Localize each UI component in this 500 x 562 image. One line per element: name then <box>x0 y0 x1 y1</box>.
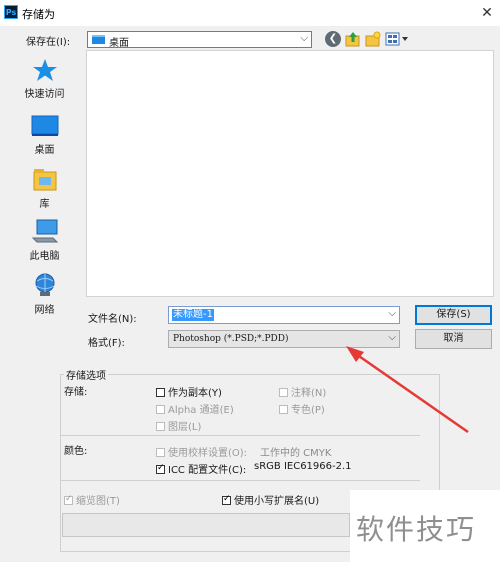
format-dropdown[interactable]: Photoshop (*.PSD;*.PDD) ⌵ <box>168 330 400 348</box>
file-name-input[interactable]: 未标题-1 ⌵ <box>168 306 400 324</box>
new-folder-icon[interactable] <box>365 31 381 47</box>
layers-checkbox: 图层(L) <box>156 418 201 433</box>
dialog-title: 存储为 <box>22 8 55 21</box>
as-copy-checkbox[interactable]: 作为副本(Y) <box>156 384 222 399</box>
checkbox-label: 图层(L) <box>168 422 202 433</box>
format-label: 格式(F): <box>88 338 125 349</box>
desktop-folder-icon <box>92 35 105 44</box>
view-menu-icon[interactable] <box>385 31 409 47</box>
chevron-down-icon[interactable]: ⌵ <box>300 33 308 44</box>
back-icon[interactable]: ❮ <box>325 31 341 47</box>
checkbox-label: 使用小写扩展名(U) <box>234 496 320 507</box>
up-folder-icon[interactable] <box>345 31 361 47</box>
desktop-icon <box>31 115 58 136</box>
network-icon <box>35 273 54 296</box>
checkbox-box <box>279 405 288 414</box>
lowercase-extension-checkbox[interactable]: ✓ 使用小写扩展名(U) <box>222 492 319 507</box>
icc-profile-checkbox[interactable]: ✓ ICC 配置文件(C): <box>156 461 246 476</box>
star-icon <box>32 59 57 81</box>
checkbox-box[interactable]: ✓ <box>222 494 231 505</box>
checkbox-label: 缩览图(T) <box>76 496 120 507</box>
notes-checkbox: 注释(N) <box>279 384 326 399</box>
computer-icon <box>31 219 58 243</box>
chevron-down-icon[interactable]: ⌵ <box>388 332 396 343</box>
place-label: 网络 <box>34 305 55 316</box>
check-icon: ✓ <box>223 494 231 504</box>
check-icon: ✓ <box>65 494 73 504</box>
chevron-down-icon[interactable]: ⌵ <box>388 308 396 319</box>
checkbox-label: 注释(N) <box>291 388 327 399</box>
place-desktop[interactable]: 桌面 <box>16 114 73 156</box>
thumbnail-checkbox: ✓ 缩览图(T) <box>64 492 120 507</box>
use-proof-checkbox: 使用校样设置(O): <box>156 444 247 459</box>
checkbox-box[interactable] <box>156 388 165 397</box>
options-divider <box>60 480 420 481</box>
checkbox-box <box>156 422 165 431</box>
place-label: 快速访问 <box>24 89 65 100</box>
close-icon[interactable]: ✕ <box>474 0 500 26</box>
cancel-button[interactable]: 取消 <box>415 329 492 349</box>
file-list-view[interactable] <box>86 50 494 297</box>
place-quick-access[interactable]: 快速访问 <box>16 58 73 100</box>
watermark-text: 软件技巧 <box>356 513 477 546</box>
file-name-label: 文件名(N): <box>88 314 137 325</box>
options-divider <box>60 435 420 436</box>
icc-profile-value: sRGB IEC61966-2.1 <box>254 461 352 472</box>
title-bar[interactable]: Ps 存储为 ✕ <box>0 0 500 26</box>
place-label: 此电脑 <box>29 251 60 262</box>
checkbox-label: 使用校样设置(O): <box>168 448 248 459</box>
color-label: 颜色: <box>64 446 88 457</box>
photoshop-app-icon: Ps <box>4 5 18 19</box>
save-as-dialog: Ps 存储为 ✕ 保存在(I): 桌面 ⌵ ❮ 快速访问 桌面 库 此电脑 网络… <box>0 0 500 562</box>
watermark-box: 软件技巧 <box>350 490 500 562</box>
place-library[interactable]: 库 <box>16 166 73 210</box>
save-in-label: 保存在(I): <box>26 37 71 48</box>
save-options-title: 存储选项 <box>64 367 108 382</box>
place-this-pc[interactable]: 此电脑 <box>16 218 73 262</box>
checkbox-box <box>156 448 165 457</box>
save-in-value: 桌面 <box>109 38 129 49</box>
checkbox-label: Alpha 通道(E) <box>168 405 234 416</box>
checkbox-box: ✓ <box>64 494 73 505</box>
save-in-dropdown[interactable]: 桌面 ⌵ <box>87 31 312 49</box>
place-label: 桌面 <box>34 145 55 156</box>
places-bar: 快速访问 桌面 库 此电脑 网络 <box>16 52 73 332</box>
checkbox-box <box>279 388 288 397</box>
check-icon: ✓ <box>157 463 165 473</box>
alpha-channels-checkbox: Alpha 通道(E) <box>156 401 234 416</box>
checkbox-label: 专色(P) <box>291 405 325 416</box>
spot-colors-checkbox: 专色(P) <box>279 401 325 416</box>
save-button[interactable]: 保存(S) <box>415 305 492 325</box>
checkbox-label: ICC 配置文件(C): <box>168 465 247 476</box>
file-name-value[interactable]: 未标题-1 <box>172 309 214 321</box>
library-icon <box>33 169 56 191</box>
warning-area <box>62 513 350 537</box>
checkbox-box[interactable]: ✓ <box>156 463 165 474</box>
format-value: Photoshop (*.PSD;*.PDD) <box>173 334 289 344</box>
proof-setup-value: 工作中的 CMYK <box>260 448 332 459</box>
place-network[interactable]: 网络 <box>16 272 73 316</box>
save-label: 存储: <box>64 387 88 398</box>
checkbox-label: 作为副本(Y) <box>168 388 222 399</box>
checkbox-box <box>156 405 165 414</box>
place-label: 库 <box>39 199 50 210</box>
